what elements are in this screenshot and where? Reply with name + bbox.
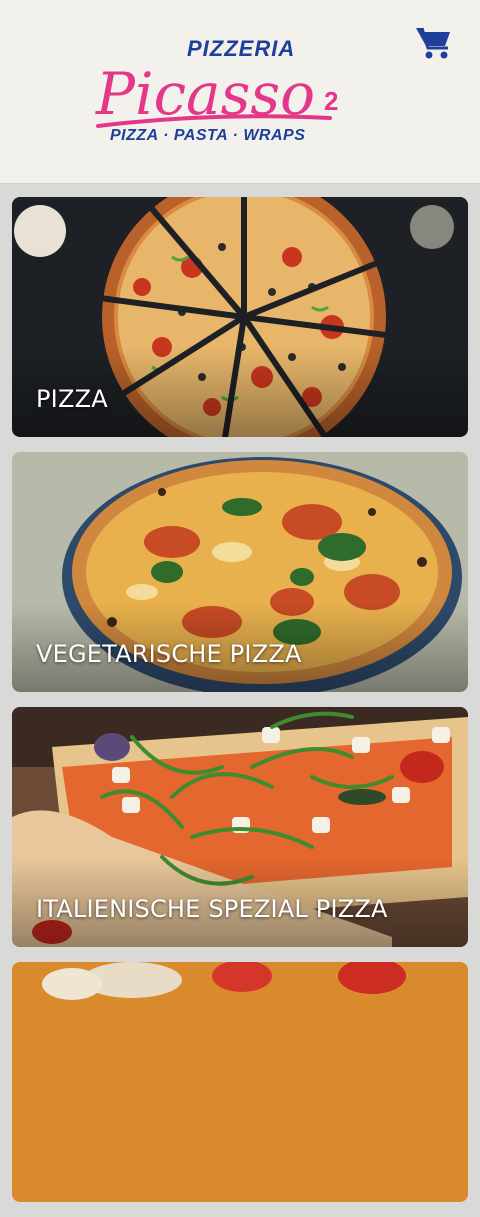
svg-text:PIZZERIA: PIZZERIA — [187, 36, 295, 61]
category-card-italienische-spezial-pizza[interactable]: ITALIENISCHE SPEZIAL PIZZA — [12, 707, 468, 947]
app-header: PIZZERIA Picasso 2 PIZZA · PASTA · WRAPS — [0, 0, 480, 184]
category-card-pizza[interactable]: PIZZA — [12, 197, 468, 437]
svg-text:2: 2 — [324, 86, 338, 116]
category-label: PIZZA — [36, 385, 108, 413]
shopping-cart-button[interactable] — [414, 24, 454, 64]
category-card-4[interactable] — [12, 962, 468, 1202]
category-label: ITALIENISCHE SPEZIAL PIZZA — [36, 895, 388, 923]
category-list: PIZZA VEGETARISCHE PIZZA ITALIENISCHE SP… — [12, 197, 468, 1217]
pizzeria-picasso-logo[interactable]: PIZZERIA Picasso 2 PIZZA · PASTA · WRAPS — [92, 32, 352, 152]
food-photo — [12, 962, 468, 1202]
svg-text:PIZZA · PASTA · WRAPS: PIZZA · PASTA · WRAPS — [110, 127, 305, 144]
category-label: VEGETARISCHE PIZZA — [36, 640, 302, 668]
cart-icon — [416, 27, 450, 59]
category-card-vegetarische-pizza[interactable]: VEGETARISCHE PIZZA — [12, 452, 468, 692]
